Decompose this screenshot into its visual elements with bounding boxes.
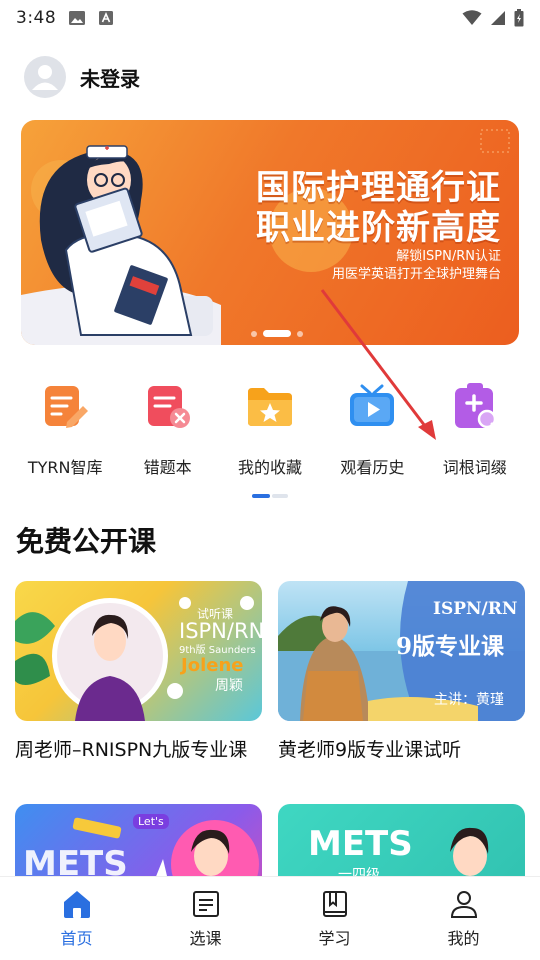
quick-menu-label: TYRN智库 xyxy=(27,458,103,477)
course-thumbnail[interactable]: ISPN/RN 9版专业课 主讲：黄瑾 xyxy=(278,581,525,721)
notes-edit-icon xyxy=(45,386,89,428)
word-roots-icon xyxy=(454,383,499,431)
nav-label: 学习 xyxy=(318,928,351,948)
wrong-answers-icon xyxy=(147,386,190,428)
quick-menu-label: 词根词缀 xyxy=(442,458,507,477)
banner-title-line1: 国际护理通行证 xyxy=(256,168,501,208)
banner-title: 国际护理通行证 职业进阶新高度 xyxy=(256,168,501,248)
battery-icon xyxy=(514,9,524,27)
quick-menu-item-word-roots[interactable]: 词根词缀 xyxy=(425,380,525,478)
course-list-icon xyxy=(192,890,219,917)
quick-menu-label: 错题本 xyxy=(143,458,192,477)
banner-subtitle-line2: 用医学英语打开全球护理舞台 xyxy=(331,267,501,282)
quick-menu-label: 观看历史 xyxy=(340,458,405,477)
nav-study[interactable]: 学习 xyxy=(295,889,375,949)
thumb-line1: ISPN/RN xyxy=(179,619,262,643)
bottom-nav: 首页 选课 学习 我的 xyxy=(0,876,540,960)
avatar[interactable] xyxy=(24,56,66,98)
signal-icon xyxy=(491,11,505,25)
nav-label: 我的 xyxy=(447,928,480,948)
menu-pager xyxy=(252,494,288,498)
default-avatar-icon xyxy=(32,65,58,90)
thumb-line1: METS xyxy=(308,824,413,864)
banner-dot xyxy=(297,330,303,337)
thumb-line1: ISPN/RN xyxy=(433,599,518,619)
profile-header[interactable]: 未登录 xyxy=(24,56,140,98)
course-title[interactable]: 黄老师9版专业课试听 xyxy=(278,735,525,765)
thumb-name-cn: 周颖 xyxy=(215,678,243,694)
course-card[interactable]: ISPN/RN 9版专业课 主讲：黄瑾 黄老师9版专业课试听 xyxy=(278,581,525,765)
quick-menu: TYRN智库 错题本 我的收藏 观看历史 词根词缀 xyxy=(0,380,540,478)
banner-pagination xyxy=(251,330,303,337)
nav-profile[interactable]: 我的 xyxy=(424,889,504,949)
banner-subtitle: 解锁ISPN/RN认证 用医学英语打开全球护理舞台 xyxy=(332,248,501,284)
book-icon xyxy=(322,890,347,917)
course-title[interactable]: 周老师–RNISPN九版专业课 xyxy=(15,735,262,765)
text-notification-icon xyxy=(99,11,114,25)
status-time: 3:48 xyxy=(16,8,57,28)
banner-dot-active xyxy=(263,330,291,337)
quick-menu-item-watch-history[interactable]: 观看历史 xyxy=(322,380,422,478)
thumb-line2: 9版专业课 xyxy=(396,633,505,660)
quick-menu-label: 我的收藏 xyxy=(237,458,302,477)
tv-history-icon xyxy=(350,384,395,426)
nav-courses[interactable]: 选课 xyxy=(166,889,246,949)
login-status[interactable]: 未登录 xyxy=(80,63,140,92)
status-bar: 3:48 xyxy=(0,0,540,36)
banner-dot xyxy=(251,330,257,337)
pager-dot xyxy=(272,494,288,498)
home-icon xyxy=(63,890,90,918)
quick-menu-item-tyrn-library[interactable]: TYRN智库 xyxy=(15,380,115,478)
quick-menu-item-favorites[interactable]: 我的收藏 xyxy=(220,380,320,478)
nav-label: 选课 xyxy=(189,928,222,948)
course-card[interactable]: 试听课 ISPN/RN 9th版 Saunders Jolene 周颖 周老师–… xyxy=(15,581,262,765)
thumb-name-en: Jolene xyxy=(181,655,244,676)
section-title: 免费公开课 xyxy=(16,525,157,558)
favorites-folder-icon xyxy=(247,388,292,426)
profile-icon xyxy=(450,890,477,918)
thumb-lecturer: 主讲：黄瑾 xyxy=(434,692,504,708)
nav-home[interactable]: 首页 xyxy=(37,889,117,949)
thumb-line2: 9th版 Saunders xyxy=(179,645,256,656)
wifi-icon xyxy=(462,10,482,25)
promo-banner[interactable]: 国际护理通行证 职业进阶新高度 解锁ISPN/RN认证 用医学英语打开全球护理舞… xyxy=(21,120,519,345)
thumb-badge: Let's xyxy=(133,814,169,829)
pager-dot-active xyxy=(252,494,270,498)
course-thumbnail[interactable]: 试听课 ISPN/RN 9th版 Saunders Jolene 周颖 xyxy=(15,581,262,721)
quick-menu-item-wrong-answers[interactable]: 错题本 xyxy=(118,380,218,478)
nav-label: 首页 xyxy=(60,928,93,948)
banner-title-line2: 职业进阶新高度 xyxy=(256,208,501,248)
banner-subtitle-line1: 解锁ISPN/RN认证 xyxy=(396,249,501,264)
image-notification-icon xyxy=(69,11,86,25)
